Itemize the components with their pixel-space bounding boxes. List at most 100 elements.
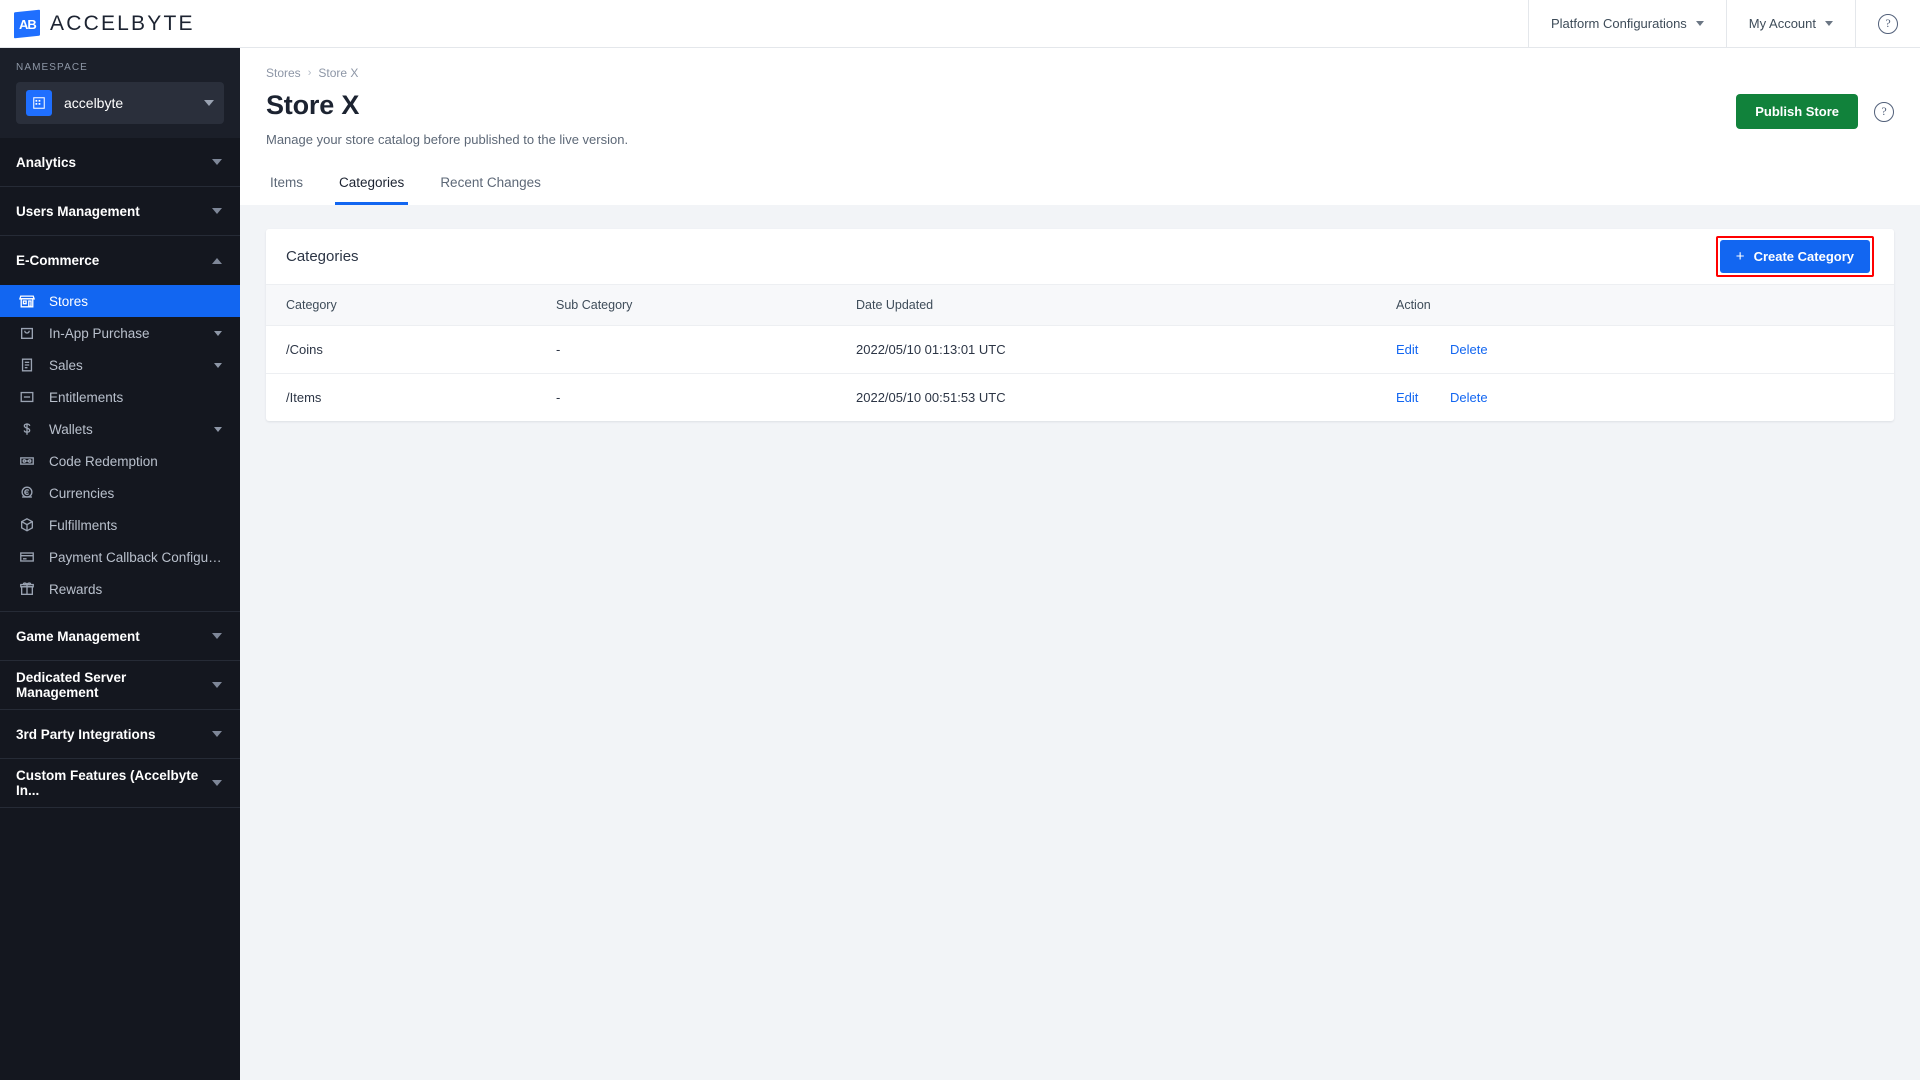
sidebar-item-label: Fulfillments (49, 517, 118, 533)
chevron-down-icon (1825, 21, 1833, 26)
sidebar-item-sales[interactable]: Sales (0, 349, 240, 381)
platform-configurations-label: Platform Configurations (1550, 16, 1687, 31)
table-row: /Items - 2022/05/10 00:51:53 UTC Edit De… (266, 374, 1894, 422)
sidebar-item-code-redemption[interactable]: Code Redemption (0, 445, 240, 477)
cell-sub-category: - (536, 325, 836, 374)
sidebar-ecommerce-items: Stores In-App Purchase Sales Entitlement… (0, 285, 240, 612)
page-tabs: Items Categories Recent Changes (266, 169, 1894, 205)
sidebar-item-entitlements[interactable]: Entitlements (0, 381, 240, 413)
chevron-down-icon (212, 159, 222, 165)
coin-icon (18, 484, 36, 502)
gift-icon (18, 580, 36, 598)
main-area: Stores › Store X Store X Manage your sto… (240, 48, 1920, 1080)
breadcrumb: Stores › Store X (266, 66, 1894, 80)
accelbyte-logo-icon: AB (14, 9, 40, 38)
chevron-down-icon (212, 633, 222, 639)
table-row: /Coins - 2022/05/10 01:13:01 UTC Edit De… (266, 325, 1894, 374)
chevron-down-icon (214, 362, 222, 368)
sidebar-item-label: Wallets (49, 421, 93, 437)
sidebar-section-3rd-party-integrations[interactable]: 3rd Party Integrations (0, 710, 240, 759)
sidebar-item-payment-callback-configuration[interactable]: Payment Callback Configuration (0, 541, 240, 573)
sidebar-section-label: Dedicated Server Management (16, 670, 127, 700)
platform-configurations-menu[interactable]: Platform Configurations (1527, 0, 1726, 47)
sidebar-section-label: Users Management (16, 203, 140, 219)
publish-store-button[interactable]: Publish Store (1736, 94, 1858, 129)
chevron-down-icon (212, 682, 222, 688)
column-header-category: Category (266, 285, 536, 326)
sidebar-section-label: E-Commerce (16, 253, 100, 268)
my-account-menu[interactable]: My Account (1725, 0, 1855, 47)
top-bar: AB ACCELBYTE Platform Configurations My … (0, 0, 1920, 48)
categories-table-head: Category Sub Category Date Updated Actio… (266, 285, 1894, 326)
sidebar-item-label: Entitlements (49, 389, 124, 405)
breadcrumb-item-store-x[interactable]: Store X (318, 66, 358, 80)
namespace-label: NAMESPACE (16, 62, 88, 73)
sidebar-section-label: 3rd Party Integrations (16, 726, 156, 742)
column-header-sub-category: Sub Category (536, 285, 836, 326)
sidebar-section-e-commerce[interactable]: E-Commerce (0, 236, 240, 285)
card-icon (18, 388, 36, 406)
plus-icon: + (1735, 248, 1745, 265)
sidebar-item-label: Sales (49, 357, 83, 373)
title-block: Store X Manage your store catalog before… (266, 90, 628, 147)
sidebar-item-fulfillments[interactable]: Fulfillments (0, 509, 240, 541)
sidebar-item-label: Currencies (49, 485, 115, 501)
create-category-highlight: + Create Category (1715, 236, 1874, 277)
box-icon (18, 516, 36, 534)
sidebar-item-rewards[interactable]: Rewards (0, 573, 240, 605)
categories-card: Categories + Create Category Category Su… (266, 229, 1894, 421)
edit-link[interactable]: Edit (1396, 390, 1418, 405)
brand-logo[interactable]: AB ACCELBYTE (0, 0, 195, 47)
shopping-bag-icon (18, 324, 36, 342)
page-title: Store X (266, 90, 360, 120)
namespace-block: NAMESPACE accelbyte (0, 48, 240, 138)
edit-link[interactable]: Edit (1396, 342, 1418, 357)
tab-categories[interactable]: Categories (335, 169, 409, 205)
brand-name: ACCELBYTE (50, 11, 195, 35)
help-button[interactable]: ? (1855, 0, 1920, 47)
sidebar-item-label: Code Redemption (49, 453, 158, 469)
namespace-value: accelbyte (64, 95, 124, 111)
sidebar-section-label: Analytics (16, 154, 77, 170)
cell-action: Edit Delete (1376, 325, 1894, 374)
column-header-action: Action (1376, 285, 1894, 326)
cell-category: /Coins (266, 325, 536, 374)
categories-table: Category Sub Category Date Updated Actio… (266, 285, 1894, 421)
body-wrapper: NAMESPACE accelbyte Analytics Users Mana… (0, 48, 1920, 1080)
store-icon (18, 292, 36, 310)
namespace-selector[interactable]: accelbyte (16, 82, 224, 124)
chevron-down-icon (1695, 21, 1704, 26)
chevron-down-icon (214, 426, 222, 432)
categories-card-header: Categories + Create Category (266, 229, 1894, 285)
sidebar-section-analytics[interactable]: Analytics (0, 138, 240, 187)
sidebar-item-stores[interactable]: Stores (0, 285, 240, 317)
chevron-down-icon (212, 208, 222, 214)
help-icon: ? (1878, 13, 1898, 34)
sidebar-item-label: Payment Callback Configuration (49, 549, 222, 565)
my-account-label: My Account (1748, 16, 1816, 31)
breadcrumb-item-stores[interactable]: Stores (266, 66, 301, 80)
sidebar-section-dedicated-server-management[interactable]: Dedicated Server Management (0, 661, 240, 710)
chevron-down-icon (204, 100, 214, 106)
column-header-date-updated: Date Updated (836, 285, 1376, 326)
create-category-button[interactable]: + Create Category (1719, 240, 1870, 273)
dollar-icon (18, 420, 36, 438)
tab-items[interactable]: Items (266, 169, 307, 205)
categories-card-title: Categories (286, 248, 359, 265)
delete-link[interactable]: Delete (1450, 342, 1488, 357)
page-header: Stores › Store X Store X Manage your sto… (240, 48, 1920, 205)
sidebar-item-wallets[interactable]: Wallets (0, 413, 240, 445)
sidebar-section-game-management[interactable]: Game Management (0, 612, 240, 661)
sidebar-section-label: Custom Features (Accelbyte In... (16, 768, 199, 798)
help-icon[interactable]: ? (1874, 101, 1894, 122)
building-icon (26, 90, 52, 116)
delete-link[interactable]: Delete (1450, 390, 1488, 405)
sidebar-item-in-app-purchase[interactable]: In-App Purchase (0, 317, 240, 349)
sidebar-section-users-management[interactable]: Users Management (0, 187, 240, 236)
sidebar-section-custom-features[interactable]: Custom Features (Accelbyte In... (0, 759, 240, 808)
sidebar-item-currencies[interactable]: Currencies (0, 477, 240, 509)
breadcrumb-separator-icon: › (307, 67, 312, 79)
sidebar-item-label: Rewards (49, 581, 103, 597)
tab-recent-changes[interactable]: Recent Changes (436, 169, 545, 205)
cell-date-updated: 2022/05/10 01:13:01 UTC (836, 325, 1376, 374)
